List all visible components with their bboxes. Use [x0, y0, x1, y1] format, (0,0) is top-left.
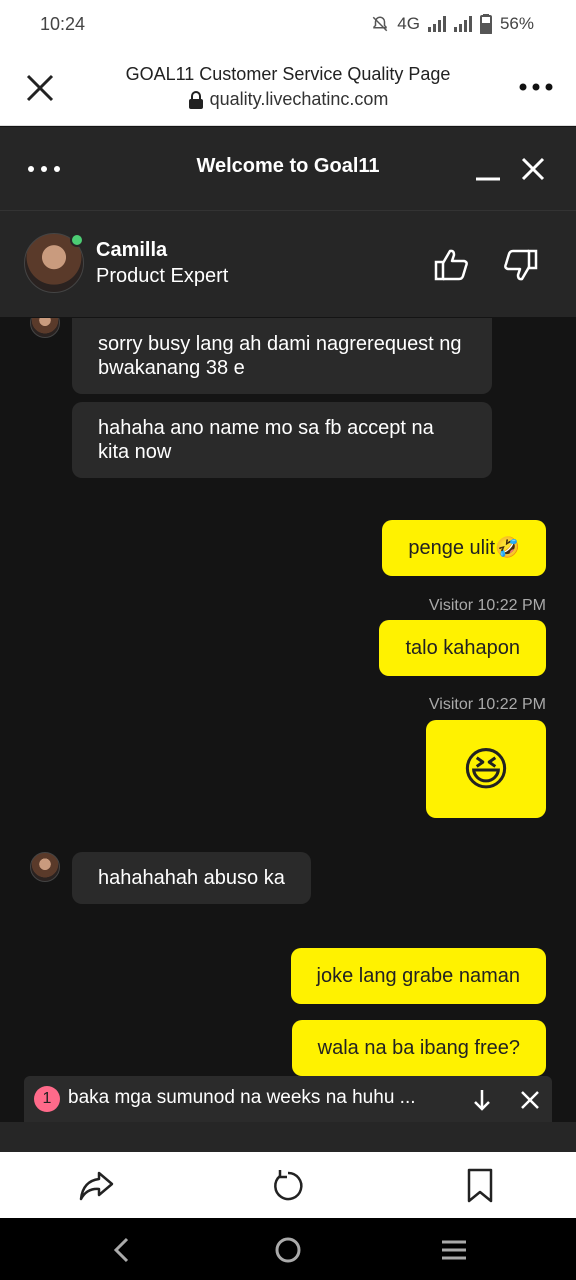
- visitor-emoji-message: 😆: [426, 720, 546, 818]
- browser-titles: GOAL11 Customer Service Quality Page qua…: [80, 64, 496, 110]
- url-display[interactable]: quality.livechatinc.com: [80, 89, 496, 110]
- bookmark-icon[interactable]: [460, 1166, 500, 1206]
- visitor-message: talo kahapon: [379, 620, 546, 676]
- status-time: 10:24: [40, 14, 86, 34]
- agent-message: hahaha ano name mo sa fb accept na kita …: [72, 402, 492, 478]
- chat-menu-icon[interactable]: [24, 155, 64, 183]
- close-icon[interactable]: [22, 70, 58, 106]
- chat-title: Welcome to Goal11: [196, 155, 380, 177]
- battery-level: 56%: [499, 14, 534, 33]
- back-icon[interactable]: [104, 1232, 140, 1268]
- agent-message: hahahahah abuso ka: [72, 852, 311, 904]
- home-icon[interactable]: [270, 1232, 306, 1268]
- message-meta: Visitor 10:22 PM: [428, 696, 546, 713]
- battery-icon: [479, 14, 492, 34]
- dismiss-icon[interactable]: [516, 1086, 544, 1114]
- signal-icon: [427, 16, 446, 32]
- message-meta: Visitor 10:22 PM: [428, 597, 546, 614]
- visitor-message: penge ulit🤣: [382, 520, 546, 576]
- online-status-indicator: [70, 233, 84, 247]
- page-title: GOAL11 Customer Service Quality Page: [125, 64, 451, 84]
- more-options-icon[interactable]: [516, 72, 556, 102]
- unread-count-badge: 1: [34, 1086, 60, 1112]
- agent-header: Camilla Product Expert: [0, 211, 576, 317]
- browser-toolbar: GOAL11 Customer Service Quality Page qua…: [0, 50, 576, 126]
- notifications-off-icon: [373, 16, 388, 32]
- system-navigation-bar: [0, 1218, 576, 1280]
- network-type: 4G: [397, 14, 420, 33]
- new-message-preview: baka mga sumunod na weeks na huhu ...: [68, 1087, 416, 1108]
- agent-name: Camilla: [96, 239, 168, 261]
- message-list[interactable]: sorry busy lang ah dami nagrerequest ng …: [0, 318, 576, 1122]
- visitor-message: joke lang grabe naman: [290, 948, 546, 1004]
- chat-footer: [0, 1122, 576, 1152]
- visitor-message: wala na ba ibang free?: [291, 1020, 546, 1076]
- url-text: quality.livechatinc.com: [209, 89, 389, 109]
- refresh-icon[interactable]: [268, 1166, 308, 1206]
- signal-icon-2: [453, 16, 472, 32]
- agent-message: sorry busy lang ah dami nagrerequest ng …: [72, 318, 492, 394]
- thumbs-up-icon[interactable]: [432, 245, 472, 285]
- close-chat-icon[interactable]: [515, 151, 551, 187]
- lock-icon: [188, 90, 203, 109]
- minimize-icon[interactable]: [470, 153, 506, 189]
- browser-bottom-toolbar: [0, 1152, 576, 1218]
- share-icon[interactable]: [76, 1166, 116, 1206]
- agent-mini-avatar: [30, 852, 60, 882]
- chat-header: Welcome to Goal11: [0, 127, 576, 211]
- status-bar: 10:24 4G 56%: [0, 0, 576, 50]
- scroll-down-icon[interactable]: [468, 1086, 496, 1114]
- agent-mini-avatar: [30, 318, 60, 338]
- thumbs-down-icon[interactable]: [500, 245, 540, 285]
- agent-role: Product Expert: [96, 265, 229, 287]
- status-icons: 4G 56%: [371, 14, 534, 34]
- new-message-bar[interactable]: 1 baka mga sumunod na weeks na huhu ...: [24, 1076, 552, 1122]
- recent-apps-icon[interactable]: [436, 1232, 472, 1268]
